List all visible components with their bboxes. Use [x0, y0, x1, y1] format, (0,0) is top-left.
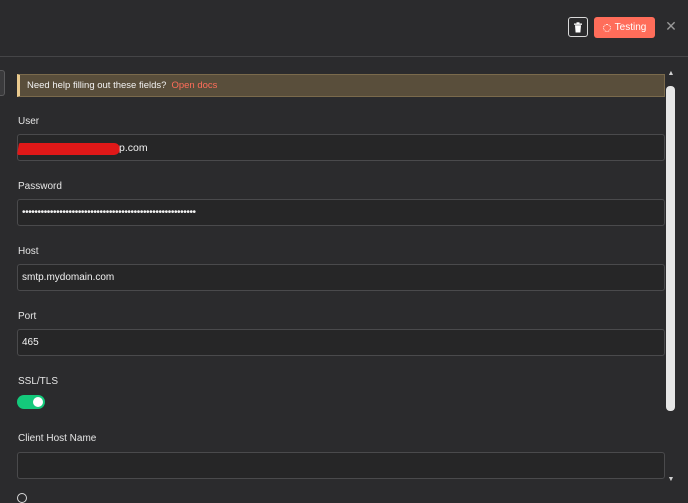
- docs-banner: Need help filling out these fields? Open…: [17, 74, 665, 97]
- trash-icon: [574, 21, 582, 32]
- ssl-toggle[interactable]: [17, 395, 45, 409]
- banner-text: Need help filling out these fields?: [27, 80, 167, 91]
- user-value: p.com: [119, 142, 148, 154]
- scroll-up-arrow-icon[interactable]: ▲: [667, 70, 675, 78]
- host-input[interactable]: smtp.mydomain.com: [17, 264, 665, 291]
- spinner-icon: [602, 23, 611, 32]
- toggle-knob: [33, 397, 43, 407]
- port-input[interactable]: 465: [17, 329, 665, 356]
- test-button-label: Testing: [614, 22, 647, 33]
- client-host-input[interactable]: [17, 452, 665, 479]
- delete-button[interactable]: [568, 17, 588, 37]
- modal-header: Testing ✕: [0, 0, 688, 57]
- scrollbar-thumb[interactable]: [666, 86, 675, 411]
- port-label: Port: [18, 311, 37, 322]
- user-label: User: [18, 116, 40, 127]
- close-icon[interactable]: ✕: [664, 18, 678, 34]
- password-label: Password: [18, 181, 62, 192]
- collapse-handle[interactable]: [0, 70, 5, 96]
- password-input[interactable]: ••••••••••••••••••••••••••••••••••••••••…: [17, 199, 665, 226]
- redaction-mark: [16, 143, 122, 155]
- ssl-label: SSL/TLS: [18, 376, 59, 387]
- next-field-icon: [17, 493, 27, 503]
- open-docs-link[interactable]: Open docs: [171, 80, 217, 91]
- test-button[interactable]: Testing: [594, 17, 655, 38]
- host-label: Host: [18, 246, 39, 257]
- client-host-label: Client Host Name: [18, 433, 97, 444]
- scroll-down-arrow-icon[interactable]: ▼: [667, 476, 675, 484]
